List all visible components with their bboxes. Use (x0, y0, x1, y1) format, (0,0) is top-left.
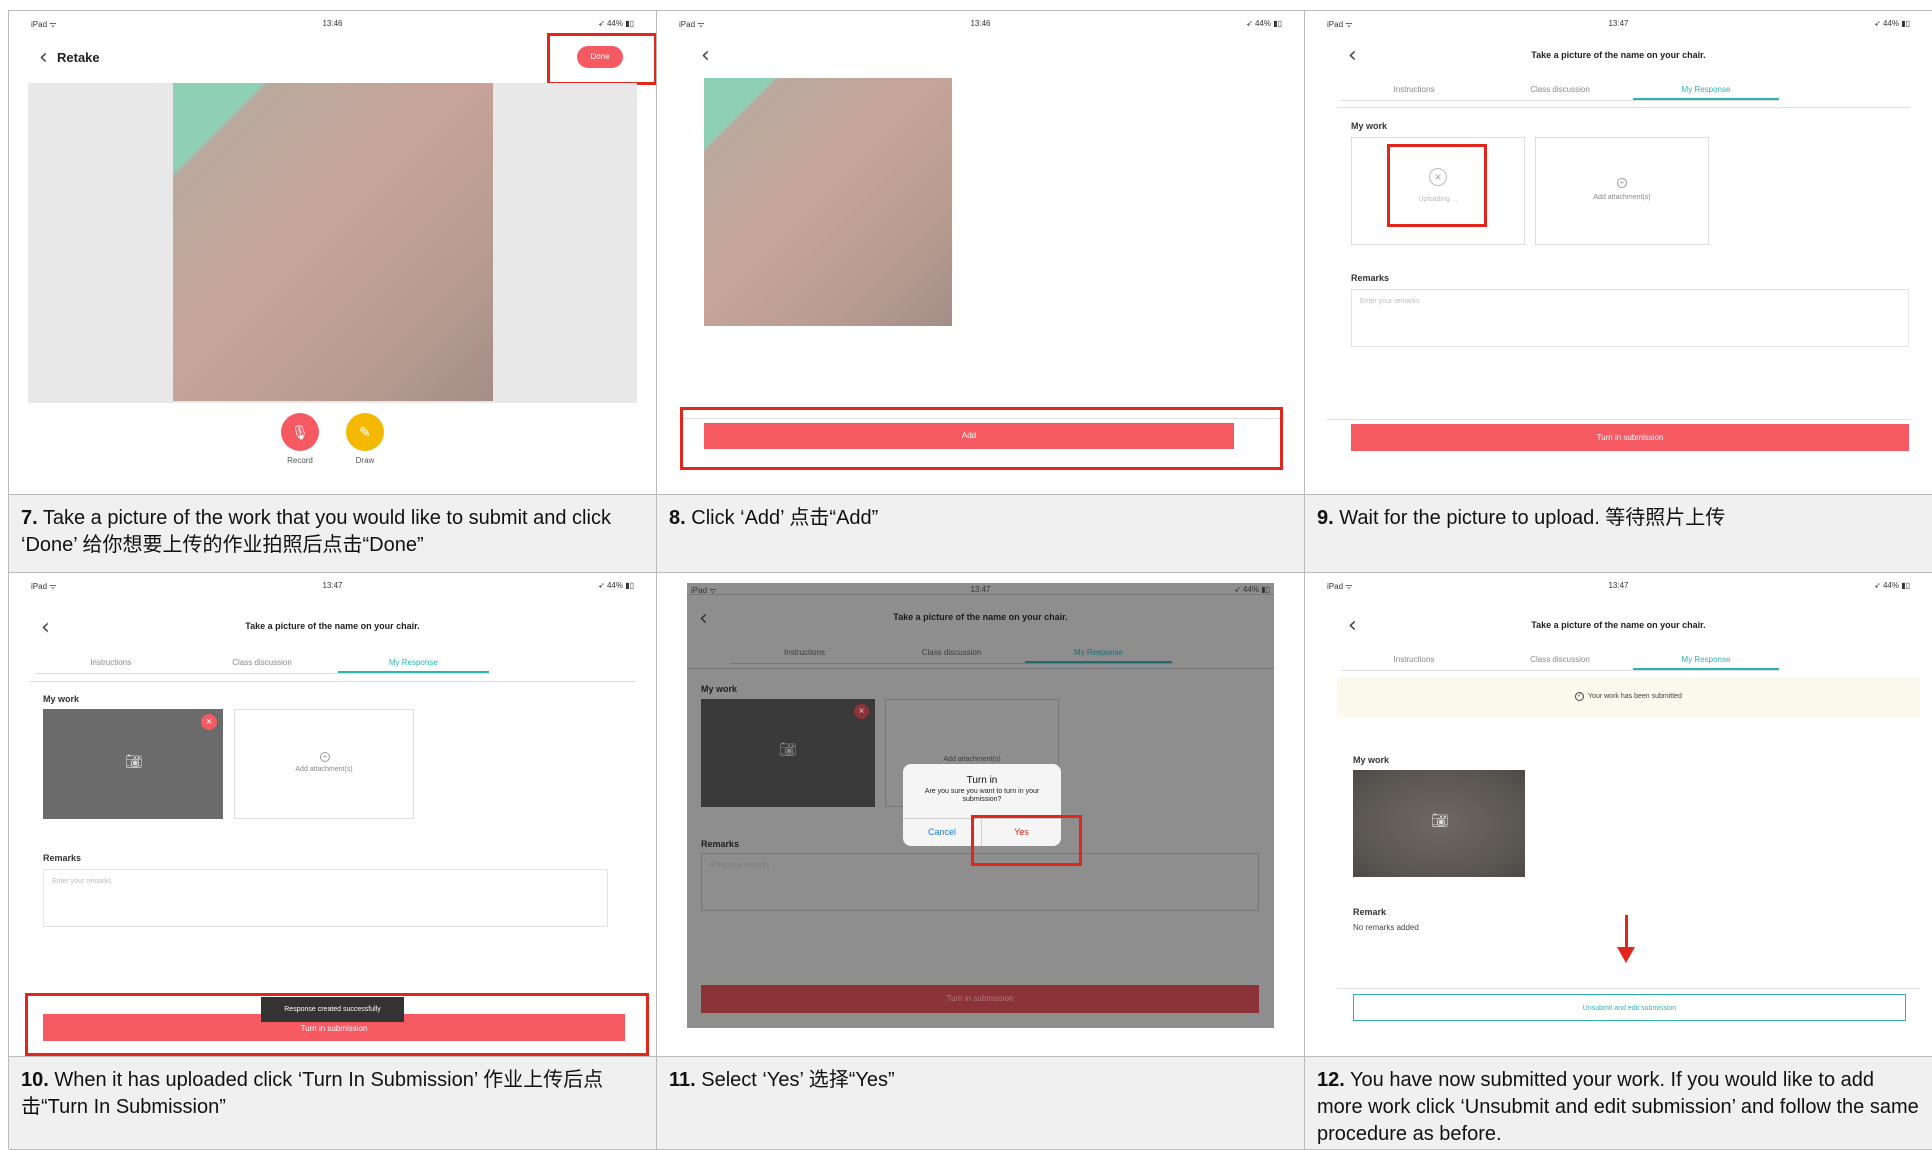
draw-label: Draw (355, 456, 375, 465)
highlight-done (547, 33, 656, 85)
uploaded-photo-tile: 📷︎ × (701, 699, 875, 807)
add-attachment-text: Add attachment(s) (295, 766, 353, 773)
back-chevron-icon[interactable]: ‹ (39, 47, 48, 69)
record-label: Record (287, 456, 313, 465)
tab-class-discussion[interactable]: Class discussion (186, 652, 337, 673)
bottom-divider (1327, 419, 1910, 420)
tab-instructions[interactable]: Instructions (1341, 649, 1487, 670)
status-bar-line (687, 594, 1274, 595)
submitted-banner: ✓ Your work has been submitted (1337, 677, 1920, 717)
assignment-title: Take a picture of the name on your chair… (893, 612, 1068, 622)
remarks-label: Remarks (43, 853, 82, 863)
my-work-label: My work (43, 694, 80, 704)
panel-12-screenshot: iPad ᯤ 13:47 ➶ 44% ▮▯ ‹ Take a picture of … (1305, 573, 1932, 1057)
submitted-photo[interactable]: 📷︎ (1353, 770, 1525, 877)
turn-in-submission-button[interactable]: Turn in submission (1351, 424, 1909, 451)
remove-photo-icon[interactable]: × (201, 714, 217, 730)
remove-photo-icon: × (854, 704, 869, 719)
panel-7-screenshot: iPad ᯤ 13:46 ➶ 44% ▮▯ ‹ Retake Done 🎙 ✎ Re… (9, 11, 657, 495)
remarks-label: Remarks (1351, 273, 1390, 283)
tab-bar: Instructions Class discussion My Respons… (731, 642, 1172, 664)
my-work-label: My work (1353, 755, 1390, 765)
retake-button[interactable]: Retake (57, 50, 100, 65)
my-work-label: My work (1351, 121, 1388, 131)
tab-divider (1337, 107, 1910, 108)
status-bar: iPad ᯤ 13:47 ➶ 44% ▮▯ (31, 581, 634, 591)
dimmed-screen: iPad ᯤ 13:47 ➶ 44% ▮▯ ‹ Take a picture of … (687, 583, 1274, 1028)
highlight-uploading (1387, 144, 1487, 227)
no-remarks-text: No remarks added (1353, 923, 1419, 932)
caption-11: 11. Select ‘Yes’ 选择“Yes” (657, 1057, 1305, 1150)
tab-bar: Instructions Class discussion My Respons… (1341, 79, 1779, 101)
highlight-turn-in (25, 993, 649, 1056)
record-button[interactable]: 🎙 (281, 413, 319, 451)
add-attachment-text: Add attachment(s) (1593, 194, 1651, 201)
highlight-yes (971, 815, 1082, 866)
camera-icon: 📷︎ (125, 753, 143, 769)
status-bar: iPad ᯤ 13:46 ➶ 44% ▮▯ (679, 19, 1282, 29)
add-attachment-tile[interactable]: + Add attachment(s) (234, 709, 414, 819)
draw-button[interactable]: ✎ (346, 413, 384, 451)
panel-10-screenshot: iPad ᯤ 13:47 ➶ 44% ▮▯ ‹ Take a picture of … (9, 573, 657, 1057)
tab-my-response: My Response (1025, 642, 1172, 663)
check-circle-icon: ✓ (1575, 691, 1585, 701)
camera-icon: 📷︎ (779, 741, 797, 757)
panel-9-screenshot: iPad ᯤ 13:47 ➶ 44% ▮▯ ‹ Take a picture of … (1305, 11, 1932, 495)
plus-circle-icon: + (1617, 178, 1627, 188)
plus-circle-icon: + (320, 752, 330, 762)
tab-instructions: Instructions (784, 648, 825, 657)
assignment-title: Take a picture of the name on your chair… (1531, 620, 1706, 630)
tab-class-discussion: Class discussion (921, 648, 982, 657)
bottom-divider (1337, 988, 1920, 989)
status-bar: iPad ᯤ 13:47 ➶ 44% ▮▯ (1327, 581, 1910, 591)
tab-divider (29, 681, 636, 682)
remarks-label: Remarks (701, 839, 740, 849)
caption-9: 9. Wait for the picture to upload. 等待照片上… (1305, 495, 1932, 573)
caption-7: 7. Take a picture of the work that you w… (9, 495, 657, 573)
turn-in-submission-button: Turn in submission (701, 985, 1259, 1013)
pencil-icon: ✎ (359, 424, 371, 440)
tab-bar: Instructions Class discussion My Respons… (35, 652, 489, 674)
caption-10: 10. When it has uploaded click ‘Turn In … (9, 1057, 657, 1150)
tab-my-response[interactable]: My Response (1633, 79, 1779, 100)
microphone-icon: 🎙 (291, 424, 309, 440)
tab-class-discussion[interactable]: Class discussion (1487, 649, 1633, 670)
dialog-title: Turn in (966, 775, 998, 786)
captured-photo (173, 83, 493, 401)
caption-8: 8. Click ‘Add’ 点击“Add” (657, 495, 1305, 573)
tab-class-discussion[interactable]: Class discussion (1487, 79, 1633, 100)
arrow-down-head (1617, 947, 1635, 963)
submitted-message: Your work has been submitted (1588, 693, 1682, 700)
dialog-message: Are you sure you want to turn in your su… (924, 788, 1040, 803)
tab-instructions[interactable]: Instructions (35, 652, 186, 673)
unsubmit-button[interactable]: Unsubmit and edit submission (1353, 994, 1906, 1021)
highlight-add (680, 407, 1283, 470)
status-bar: iPad ᯤ 13:47 ➶ 44% ▮▯ (1327, 19, 1910, 29)
remarks-input[interactable]: Enter your remarks (1351, 289, 1909, 347)
add-attachment-text: Add attachment(s) (943, 756, 1001, 763)
camera-icon: 📷︎ (1431, 812, 1449, 828)
my-work-label: My work (701, 684, 738, 694)
add-attachment-tile[interactable]: + Add attachment(s) (1535, 137, 1709, 245)
tutorial-grid: iPad ᯤ 13:46 ➶ 44% ▮▯ ‹ Retake Done 🎙 ✎ Re… (8, 10, 1932, 1150)
tab-instructions[interactable]: Instructions (1341, 79, 1487, 100)
assignment-title: Take a picture of the name on your chair… (1531, 50, 1706, 60)
panel-8-screenshot: iPad ᯤ 13:46 ➶ 44% ▮▯ ‹ Add (657, 11, 1305, 495)
uploaded-photo-tile[interactable]: 📷︎ × (43, 709, 223, 819)
remark-label: Remark (1353, 907, 1387, 917)
caption-12: 12. You have now submitted your work. If… (1305, 1057, 1932, 1150)
back-chevron-icon[interactable]: ‹ (701, 45, 710, 67)
assignment-title: Take a picture of the name on your chair… (245, 621, 420, 631)
remarks-input[interactable]: Enter your remarks (43, 869, 608, 927)
tab-my-response[interactable]: My Response (1633, 649, 1779, 670)
tab-my-response[interactable]: My Response (337, 652, 489, 673)
tab-divider (687, 668, 1274, 669)
selected-photo[interactable] (704, 78, 952, 326)
panel-11-screenshot: iPad ᯤ 13:47 ➶ 44% ▮▯ ‹ Take a picture of … (657, 573, 1305, 1057)
tab-bar: Instructions Class discussion My Respons… (1341, 649, 1779, 671)
status-bar: iPad ᯤ 13:46 ➶ 44% ▮▯ (31, 19, 634, 29)
